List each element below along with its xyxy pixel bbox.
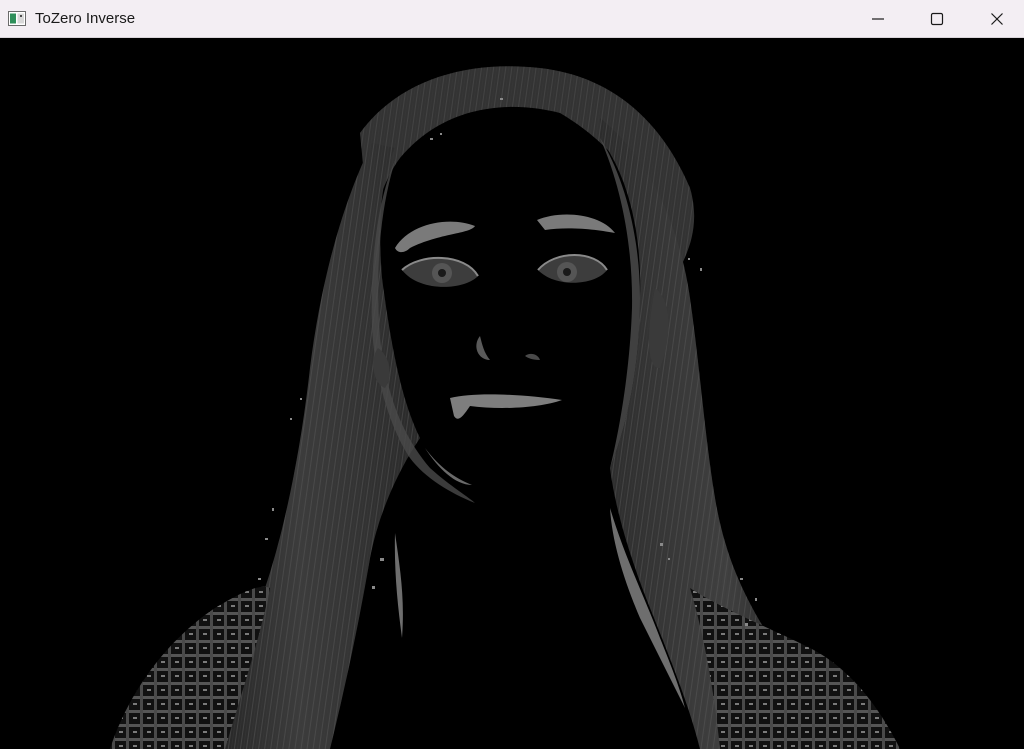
- opencv-window-icon[interactable]: [8, 11, 26, 26]
- maximize-icon: [930, 12, 944, 26]
- minimize-button[interactable]: [849, 0, 907, 38]
- window-title: ToZero Inverse: [35, 10, 136, 27]
- app-window: ToZero Inverse: [0, 0, 1024, 749]
- close-button[interactable]: [968, 0, 1024, 38]
- close-icon: [991, 13, 1003, 25]
- maximize-button[interactable]: [908, 0, 966, 38]
- title-bar[interactable]: ToZero Inverse: [0, 0, 1024, 38]
- minimize-icon: [872, 18, 884, 20]
- image-canvas: [0, 38, 1024, 749]
- thresholded-portrait-image: [0, 38, 1024, 749]
